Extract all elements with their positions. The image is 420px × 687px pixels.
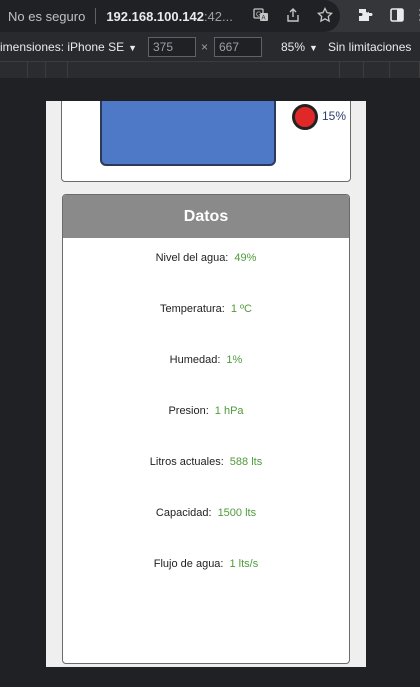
viewport-height-input[interactable] — [214, 37, 262, 57]
data-row: Litros actuales: 588 lts — [63, 456, 349, 468]
page-viewport: 15% Datos Nivel del agua: 49% Temperatura… — [46, 101, 366, 667]
browser-toolbar: No es seguro 192.168.100.142:42... GA — [0, 0, 420, 32]
ruler-segment[interactable] — [46, 62, 68, 78]
viewport-width-input[interactable] — [148, 37, 196, 57]
row-value: 1 hPa — [214, 405, 244, 417]
data-row: Presion: 1 hPa — [63, 405, 349, 417]
ruler-segment[interactable] — [28, 62, 46, 78]
row-label: Humedad: — [169, 354, 221, 366]
data-row: Nivel del agua: 49% — [63, 252, 349, 264]
row-label: Flujo de agua: — [153, 558, 224, 570]
row-value: 588 lts — [229, 456, 263, 468]
address-bar[interactable]: No es seguro 192.168.100.142:42... GA — [0, 0, 340, 32]
row-label: Capacidad: — [155, 507, 212, 519]
translate-icon[interactable]: GA — [252, 7, 270, 25]
tank-card: 15% — [61, 101, 351, 182]
data-row: Humedad: 1% — [63, 354, 349, 366]
extensions-puzzle-icon[interactable] — [356, 7, 374, 25]
row-label: Temperatura: — [160, 303, 225, 315]
ruler-segment[interactable] — [364, 62, 390, 78]
svg-text:A: A — [262, 16, 266, 22]
row-value: 49% — [234, 252, 257, 264]
row-label: Litros actuales: — [149, 456, 224, 468]
water-tank — [100, 101, 276, 166]
side-panel-icon[interactable] — [388, 7, 406, 25]
ruler-segment[interactable] — [340, 62, 364, 78]
row-value: 1 ºC — [230, 303, 252, 315]
zoom-select[interactable]: 85% ▼ — [281, 40, 318, 54]
share-icon[interactable] — [284, 7, 302, 25]
bookmark-star-icon[interactable] — [316, 6, 334, 25]
media-query-ruler — [0, 62, 420, 78]
ruler-segment[interactable] — [390, 62, 420, 78]
datos-card: Datos Nivel del agua: 49% Temperatura: 1 º… — [62, 194, 350, 664]
ruler-segment[interactable] — [68, 62, 340, 78]
zoom-label: 85% — [281, 40, 306, 54]
device-toolbar: imensiones: iPhone SE▼ × 85%▼ Sin limita… — [0, 32, 420, 62]
throttle-select[interactable]: Sin limitaciones — [328, 40, 411, 54]
row-value: 1% — [226, 354, 243, 366]
divider — [95, 8, 97, 24]
device-label: imensiones: iPhone SE — [0, 40, 125, 54]
row-label: Nivel del agua: — [155, 252, 229, 264]
device-select[interactable]: imensiones: iPhone SE ▼ — [0, 40, 137, 54]
security-label[interactable]: No es seguro — [8, 9, 85, 24]
url-text[interactable]: 192.168.100.142:42... — [106, 9, 233, 24]
data-row: Flujo de agua: 1 lts/s — [63, 558, 349, 570]
row-label: Presion: — [168, 405, 209, 417]
status-indicator — [292, 104, 318, 130]
times-sign: × — [201, 40, 209, 54]
caret-down-icon: ▼ — [128, 43, 137, 53]
row-value: 1 lts/s — [229, 558, 259, 570]
more-vert-icon[interactable] — [412, 7, 420, 25]
datos-title: Datos — [63, 195, 349, 238]
data-row: Temperatura: 1 ºC — [63, 303, 349, 315]
tank-percent: 15% — [322, 109, 347, 123]
ruler-segment[interactable] — [0, 62, 28, 78]
url-host: 192.168.100.142 — [106, 8, 204, 24]
caret-down-icon: ▼ — [309, 43, 318, 53]
data-row: Capacidad: 1500 lts — [63, 507, 349, 519]
row-value: 1500 lts — [217, 507, 257, 519]
url-rest: :42... — [203, 8, 233, 24]
